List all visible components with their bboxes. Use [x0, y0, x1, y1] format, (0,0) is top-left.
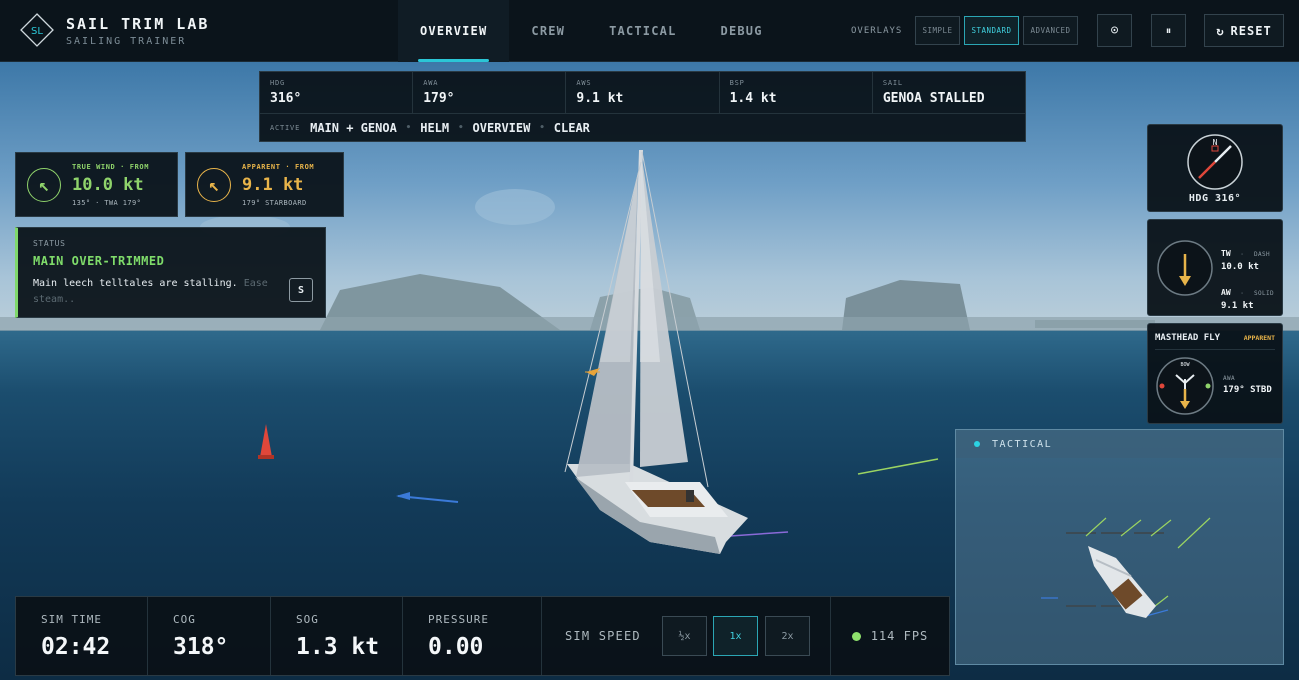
wind-gauge-instrument: TW · DASH 10.0 kt AW · SOLID 9.1 kt: [1147, 219, 1283, 316]
pressure-stat: PRESSURE 0.00: [403, 597, 542, 675]
status-title: MAIN OVER-TRIMMED: [33, 254, 165, 268]
overlay-simple-button[interactable]: SIMPLE: [915, 16, 960, 45]
aw-gauge-value: 9.1 kt: [1221, 301, 1254, 311]
reset-icon: ↻: [1216, 23, 1225, 38]
telemetry-bsp: BSP 1.4 kt: [720, 72, 873, 113]
fps-indicator: 114 FPS: [831, 597, 949, 675]
telemetry-panel: HDG 316° AWA 179° AWS 9.1 kt BSP 1.4 kt …: [259, 71, 1026, 142]
active-item-clear[interactable]: CLEAR: [554, 121, 590, 135]
cog-stat: COG 318°: [148, 597, 271, 675]
masthead-title: MASTHEAD FLY: [1155, 333, 1221, 343]
telemetry-hdg: HDG 316°: [260, 72, 414, 113]
app-title: SAIL TRIM LAB: [66, 15, 210, 33]
telemetry-aws: AWS 9.1 kt: [566, 72, 720, 113]
tab-debug[interactable]: DEBUG: [699, 0, 785, 62]
sog-value: 1.3 kt: [296, 634, 380, 660]
svg-text:BOW: BOW: [1180, 362, 1190, 368]
reset-label: RESET: [1230, 23, 1272, 38]
active-label: ACTIVE: [270, 124, 301, 132]
tactical-title: TACTICAL: [992, 438, 1053, 450]
masthead-awa-value: 179° STBD: [1223, 385, 1272, 395]
tw-gauge-value: 10.0 kt: [1221, 262, 1259, 272]
target-icon: ⊙: [1110, 23, 1119, 38]
tab-overview[interactable]: OVERVIEW: [398, 0, 510, 62]
true-wind-arrow-icon: ↖: [27, 168, 61, 202]
sim-speed-control: SIM SPEED ½x 1x 2x: [542, 597, 831, 675]
apparent-wind-card: ↖ APPARENT · FROM 9.1 kt 179° STARBOARD: [185, 152, 344, 217]
sog-stat: SOG 1.3 kt: [271, 597, 403, 675]
true-wind-card: ↖ TRUE WIND · FROM 10.0 kt 135° · TWA 17…: [15, 152, 178, 217]
telemetry-sail: SAIL GENOA STALLED: [882, 79, 985, 106]
tab-crew[interactable]: CREW: [509, 0, 587, 62]
apparent-wind-label: APPARENT · FROM: [242, 163, 315, 171]
telemetry-awa: AWA 179°: [413, 72, 567, 113]
active-controls-row: ACTIVE MAIN + GENOA • HELM • OVERVIEW • …: [270, 121, 590, 135]
svg-text:SL: SL: [31, 26, 43, 37]
apparent-wind-arrow-icon: ↖: [197, 168, 231, 202]
masthead-fly-instrument: MASTHEAD FLY APPARENT BOW AWA 179° STBD: [1147, 323, 1283, 424]
bottom-stats-bar: SIM TIME 02:42 COG 318° SOG 1.3 kt PRESS…: [15, 596, 950, 676]
pause-icon: ⏸: [1165, 23, 1172, 37]
tactical-minimap[interactable]: TACTICAL: [955, 429, 1284, 665]
fps-value: 114 FPS: [870, 629, 929, 643]
app-subtitle: SAILING TRAINER: [66, 36, 187, 47]
compass-rose-icon: N: [1187, 134, 1243, 190]
cog-value: 318°: [173, 634, 229, 660]
fps-status-dot: [851, 631, 861, 641]
status-label: STATUS: [33, 239, 66, 248]
active-item-sails[interactable]: MAIN + GENOA: [310, 121, 397, 135]
overlay-standard-button[interactable]: STANDARD: [964, 16, 1019, 45]
sim-time-value: 02:42: [41, 634, 111, 660]
tactical-status-dot: [974, 441, 980, 447]
status-panel: STATUS MAIN OVER-TRIMMED Main leech tell…: [15, 227, 326, 318]
speed-2x-button[interactable]: 2x: [765, 616, 810, 656]
pressure-value: 0.00: [428, 634, 484, 660]
sim-speed-label: SIM SPEED: [565, 629, 641, 643]
apparent-wind-sub: 179° STARBOARD: [242, 199, 307, 207]
app-logo-icon: SL: [20, 13, 54, 47]
overlay-advanced-button[interactable]: ADVANCED: [1023, 16, 1078, 45]
sailboat: [564, 149, 748, 554]
speed-half-button[interactable]: ½x: [662, 616, 707, 656]
top-bar: SL SAIL TRIM LAB SAILING TRAINER OVERVIE…: [0, 0, 1299, 62]
true-wind-value: 10.0 kt: [72, 175, 144, 195]
tactical-header: TACTICAL: [956, 430, 1283, 458]
sim-time-stat: SIM TIME 02:42: [16, 597, 148, 675]
reset-button[interactable]: ↻ RESET: [1204, 14, 1284, 47]
active-item-helm[interactable]: HELM: [420, 121, 449, 135]
mark-buoy: [260, 424, 272, 457]
tab-tactical[interactable]: TACTICAL: [587, 0, 698, 62]
wind-direction-gauge-icon: [1157, 240, 1213, 296]
masthead-tag: APPARENT: [1243, 334, 1275, 342]
apparent-wind-value: 9.1 kt: [242, 175, 304, 195]
compass-instrument: N HDG 316°: [1147, 124, 1283, 212]
main-nav: OVERVIEW CREW TACTICAL DEBUG: [398, 0, 785, 62]
true-wind-sub: 135° · TWA 179°: [72, 199, 142, 207]
target-button[interactable]: ⊙: [1097, 14, 1132, 47]
tactical-map-graphics: [1041, 517, 1211, 618]
status-message: Main leech telltales are stalling. Ease …: [33, 278, 268, 305]
status-shortcut-key[interactable]: S: [289, 278, 313, 302]
speed-1x-button[interactable]: 1x: [713, 616, 758, 656]
true-wind-label: TRUE WIND · FROM: [72, 163, 150, 171]
overlays-label: OVERLAYS: [851, 26, 903, 36]
active-item-overview[interactable]: OVERVIEW: [473, 121, 531, 135]
masthead-fly-icon: BOW: [1156, 357, 1214, 415]
pause-button[interactable]: ⏸: [1151, 14, 1186, 47]
compass-heading: HDG 316°: [1188, 193, 1242, 204]
